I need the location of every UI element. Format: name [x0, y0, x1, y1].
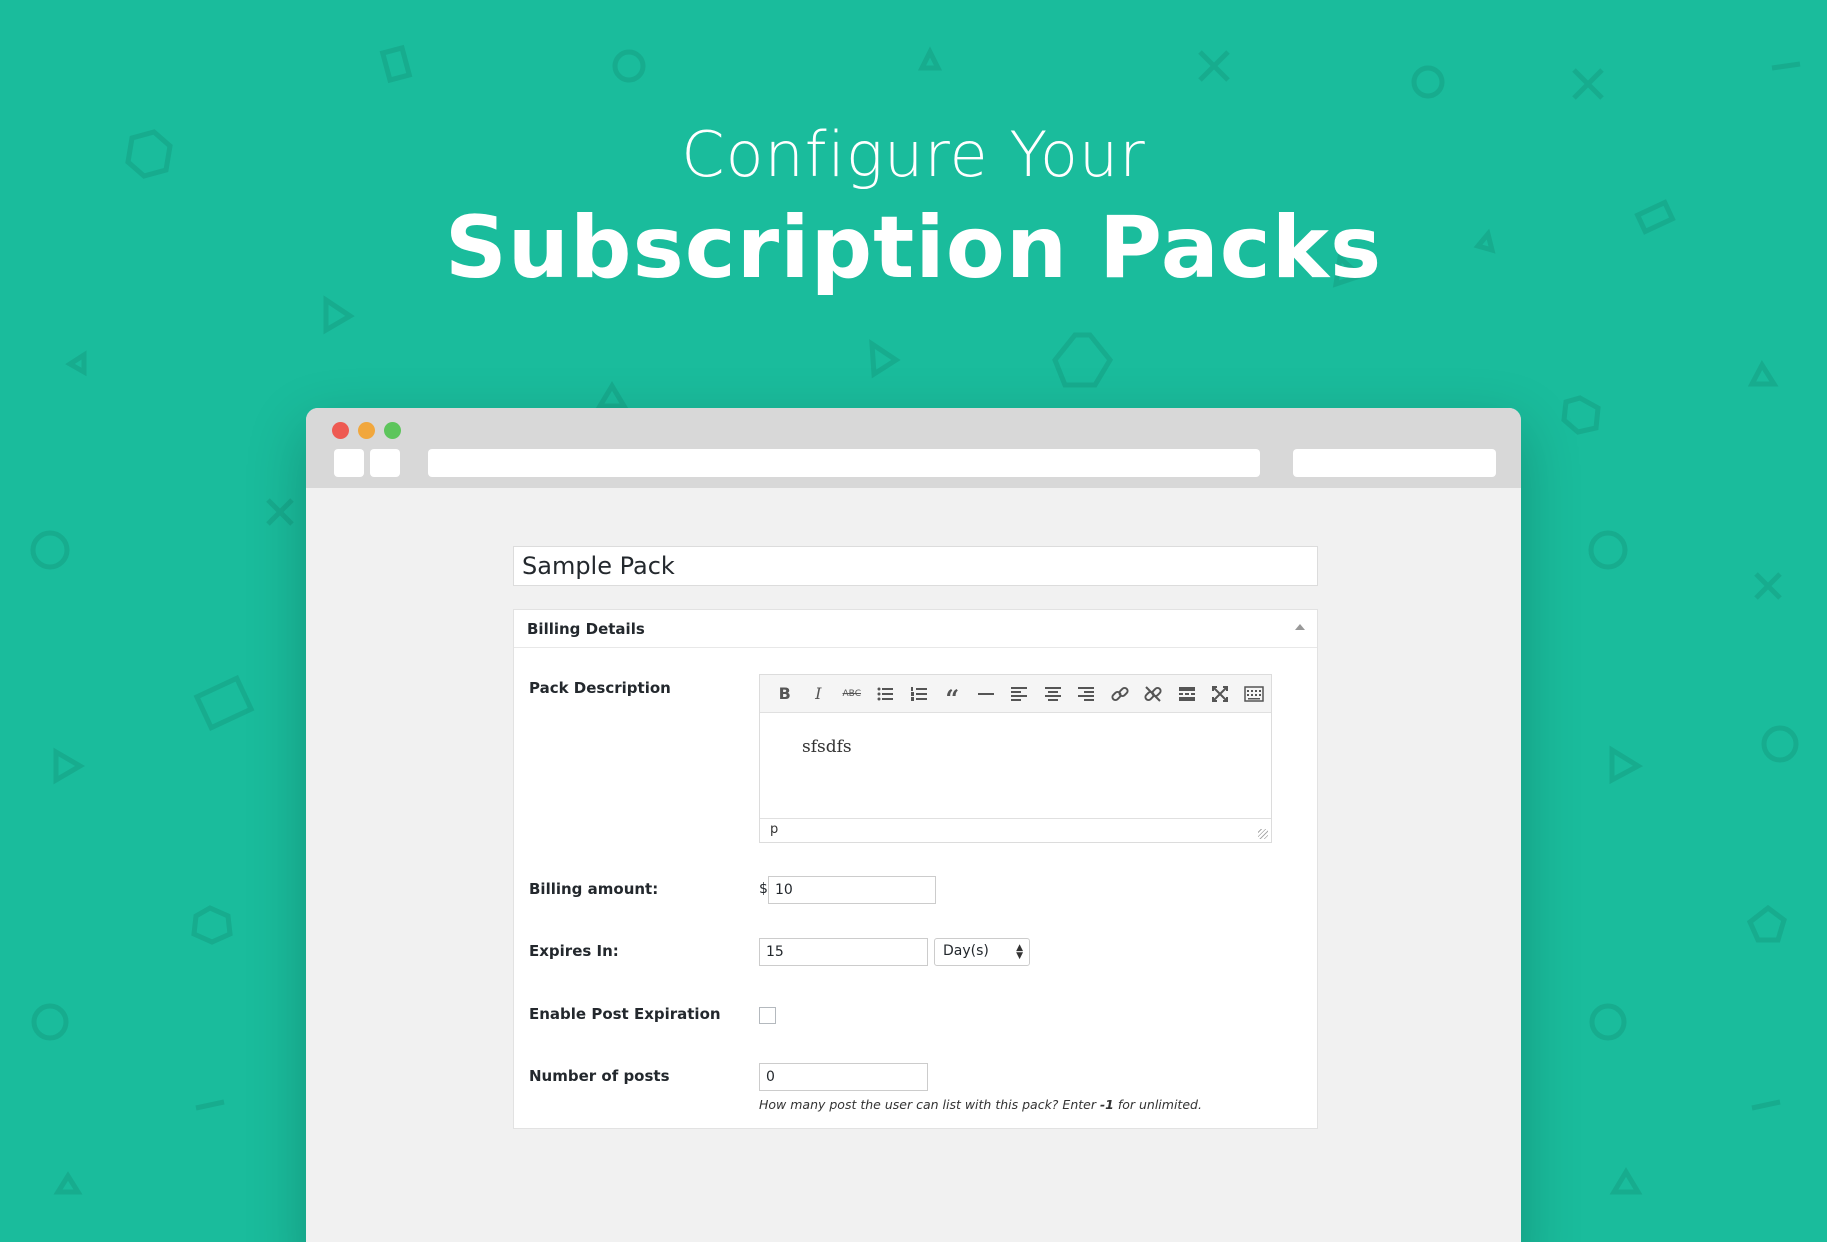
browser-window: Sample Pack Billing Details Pack Descrip… [306, 408, 1521, 1242]
number-of-posts-hint: How many post the user can list with thi… [759, 1097, 1202, 1112]
hint-text-bold: -1 [1099, 1097, 1114, 1112]
expires-unit-value: Day(s) [943, 943, 989, 959]
billing-amount-input[interactable]: 10 [768, 876, 936, 904]
align-left-icon[interactable] [1003, 679, 1037, 709]
italic-icon[interactable]: I [802, 679, 836, 709]
pack-description-label: Pack Description [529, 679, 671, 697]
pack-title-input[interactable]: Sample Pack [513, 546, 1318, 586]
forward-button[interactable] [370, 449, 400, 477]
horizontal-rule-icon[interactable] [969, 679, 1003, 709]
read-more-icon[interactable] [1170, 679, 1204, 709]
blockquote-icon[interactable]: “ [936, 679, 970, 710]
maximize-window-icon[interactable] [384, 422, 401, 439]
align-right-icon[interactable] [1070, 679, 1104, 709]
link-icon[interactable] [1103, 679, 1137, 709]
expires-unit-select[interactable]: Day(s) ▲ ▼ [934, 938, 1030, 966]
minimize-window-icon[interactable] [358, 422, 375, 439]
back-button[interactable] [334, 449, 364, 477]
billing-amount-label: Billing amount: [529, 880, 659, 898]
currency-symbol: $ [759, 881, 768, 897]
address-bar[interactable] [428, 449, 1260, 477]
hint-text-before: How many post the user can list with thi… [759, 1097, 1100, 1112]
rich-text-editor: B I ABC “ sfsdfs p [759, 674, 1272, 843]
editor-body[interactable]: sfsdfs [760, 713, 1271, 818]
number-of-posts-input[interactable]: 0 [759, 1063, 928, 1091]
editor-statusbar: p [760, 818, 1271, 842]
editor-toolbar: B I ABC “ [760, 675, 1271, 713]
expires-in-input[interactable]: 15 [759, 938, 928, 966]
headline-line-2: Subscription Packs [444, 198, 1383, 298]
panel-header[interactable]: Billing Details [514, 610, 1317, 648]
bullet-list-icon[interactable] [869, 679, 903, 709]
page-content: Sample Pack Billing Details Pack Descrip… [306, 488, 1521, 1242]
browser-titlebar [306, 408, 1521, 488]
bold-icon[interactable]: B [768, 679, 802, 709]
expires-in-label: Expires In: [529, 942, 619, 960]
hint-text-after: for unlimited. [1113, 1097, 1202, 1112]
toolbar-toggle-icon[interactable] [1237, 679, 1271, 709]
align-center-icon[interactable] [1036, 679, 1070, 709]
strikethrough-icon[interactable]: ABC [835, 679, 869, 709]
billing-details-panel: Billing Details Pack Description B I ABC… [513, 609, 1318, 1129]
headline-line-1: Configure Your [681, 118, 1146, 191]
number-of-posts-label: Number of posts [529, 1067, 670, 1085]
fullscreen-icon[interactable] [1204, 679, 1238, 709]
panel-title: Billing Details [527, 620, 645, 638]
browser-search-bar[interactable] [1293, 449, 1496, 477]
numbered-list-icon[interactable] [902, 679, 936, 709]
post-expiration-checkbox[interactable] [759, 1007, 776, 1024]
element-path[interactable]: p [770, 822, 778, 837]
collapse-arrow-icon[interactable] [1295, 624, 1305, 630]
unlink-icon[interactable] [1137, 679, 1171, 709]
post-expiration-label: Enable Post Expiration [529, 1005, 721, 1023]
select-arrows-icon: ▲ ▼ [1016, 943, 1023, 961]
resize-handle-icon[interactable] [1258, 829, 1268, 839]
close-window-icon[interactable] [332, 422, 349, 439]
